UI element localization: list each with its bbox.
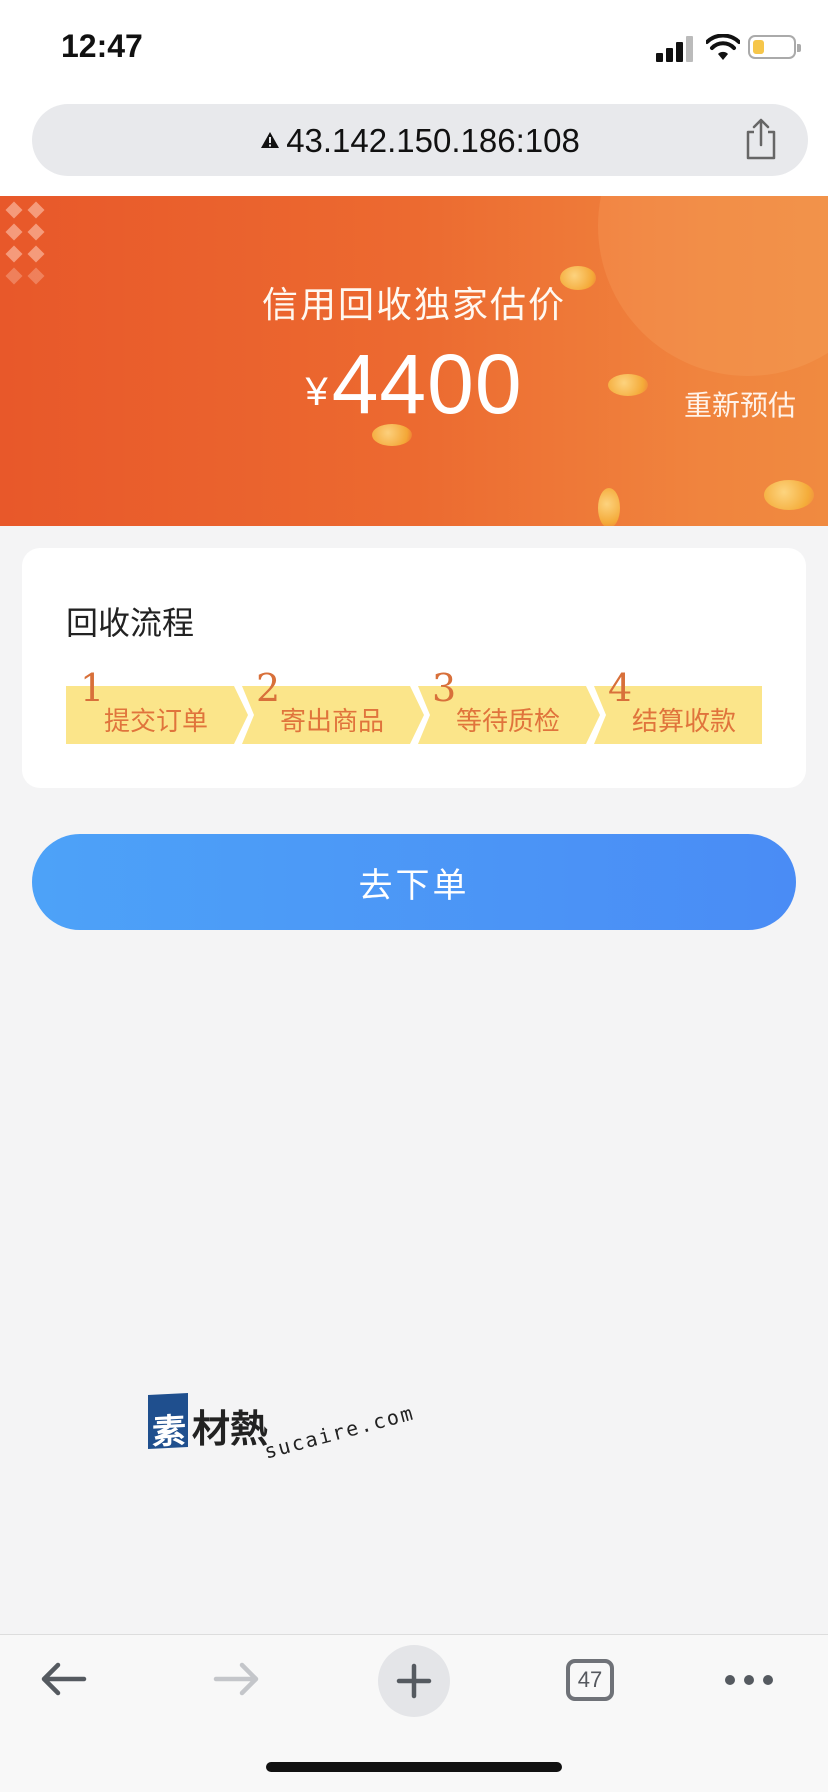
wifi-icon [706,34,740,60]
process-step: 4 结算收款 [594,666,762,744]
share-icon[interactable] [742,118,780,160]
warning-triangle-icon [261,132,280,149]
ellipsis-icon [725,1675,773,1685]
watermark-logo: 素 [148,1392,188,1453]
process-step: 3 等待质检 [418,666,600,744]
more-button[interactable] [720,1635,780,1725]
process-card: 回收流程 1 提交订单 2 寄出商品 3 等待质检 4 结算收款 [22,548,806,788]
banner-title: 信用回收独家估价 [261,285,566,326]
home-indicator[interactable] [266,1762,562,1772]
reestimate-link[interactable]: 重新预估 [684,384,796,424]
process-steps: 1 提交订单 2 寄出商品 3 等待质检 4 结算收款 [66,666,762,744]
battery-icon [748,35,801,59]
place-order-button[interactable]: 去下单 [32,834,796,930]
price-value: 4400 [331,337,523,431]
tabs-button[interactable]: 47 [562,1635,618,1725]
step-number: 3 [432,666,457,710]
tabs-count: 47 [566,1659,614,1701]
watermark-logo-char: 素 [152,1411,186,1453]
step-label: 结算收款 [632,707,737,737]
step-number: 2 [256,666,281,710]
step-label: 寄出商品 [280,707,385,737]
watermark-text: 材熱 [192,1407,269,1451]
watermark-domain: sucaire.com [261,1400,417,1464]
arrow-left-icon [41,1662,87,1696]
plus-icon [396,1663,432,1699]
process-step: 1 提交订单 [66,666,248,744]
process-title: 回收流程 [66,604,195,642]
back-button[interactable] [30,1635,100,1725]
status-bar: 12:47 [0,0,828,96]
new-tab-button[interactable] [378,1645,450,1717]
estimate-banner: 信用回收独家估价 ¥4400 重新预估 [0,196,828,526]
url-text: 43.142.150.186:108 [286,122,580,159]
price-currency-symbol: ¥ [305,370,328,414]
step-number: 4 [608,666,633,710]
process-step: 2 寄出商品 [242,666,424,744]
address-bar[interactable]: 43.142.150.186:108 [32,104,808,176]
step-label: 提交订单 [104,707,209,737]
status-time: 12:47 [61,28,143,64]
step-label: 等待质检 [456,707,561,737]
signal-icon [656,36,696,62]
browser-url-area: 43.142.150.186:108 [0,96,828,196]
forward-button[interactable] [204,1635,274,1725]
url-display[interactable]: 43.142.150.186:108 [32,122,808,160]
arrow-right-icon [213,1662,259,1696]
watermark: 素 材熱 sucaire.com [148,1390,417,1464]
step-number: 1 [80,666,105,710]
